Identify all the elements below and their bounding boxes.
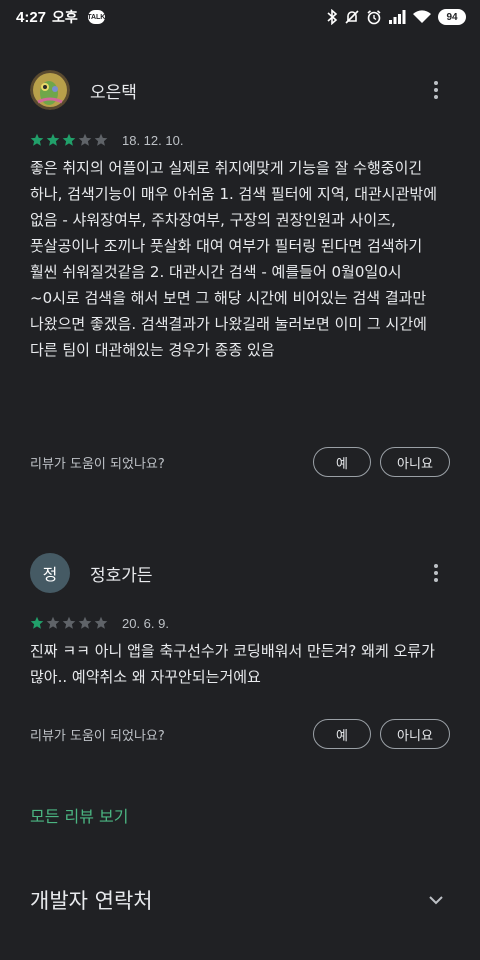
star-empty-icon (78, 133, 92, 146)
helpful-question: 리뷰가 도움이 되었나요? (30, 456, 165, 472)
avatar-image (30, 70, 70, 110)
status-period: 오후 (52, 10, 78, 26)
star-rating (30, 133, 108, 147)
helpful-yes-button[interactable]: 예 (313, 447, 371, 477)
mute-icon (345, 10, 359, 24)
alarm-icon (367, 10, 381, 25)
chevron-down-icon[interactable] (424, 888, 448, 912)
all-reviews-link[interactable]: 모든 리뷰 보기 (30, 803, 129, 827)
helpful-no-button[interactable]: 아니요 (380, 447, 450, 477)
star-filled-icon (30, 616, 44, 629)
star-empty-icon (78, 616, 92, 629)
more-options-icon[interactable] (420, 557, 452, 589)
review-card: 오은택 18. 12. 10. 좋은 취지의 어플이고 실제로 취지에맞게 기능… (0, 62, 480, 363)
star-empty-icon (94, 616, 108, 629)
helpful-no-button[interactable]: 아니요 (380, 719, 450, 749)
reviewer-name: 정호가든 (90, 565, 153, 586)
star-empty-icon (46, 616, 60, 629)
signal-icon (389, 10, 406, 24)
star-empty-icon (62, 616, 76, 629)
star-filled-icon (46, 133, 60, 146)
talk-notification-icon: TALK (87, 10, 105, 24)
star-rating (30, 616, 108, 630)
battery-icon: 94 (438, 9, 466, 25)
review-date: 20. 6. 9. (122, 615, 169, 631)
developer-contact-title: 개발자 연락처 (30, 889, 153, 913)
helpful-yes-button[interactable]: 예 (313, 719, 371, 749)
helpful-row: 리뷰가 도움이 되었나요? 예 아니요 (0, 719, 480, 749)
reviewer-name: 오은택 (90, 82, 137, 103)
developer-contact-section[interactable]: 개발자 연락처 (0, 880, 480, 920)
star-empty-icon (94, 133, 108, 146)
avatar[interactable] (30, 70, 70, 110)
helpful-row: 리뷰가 도움이 되었나요? 예 아니요 (0, 447, 480, 477)
status-time: 4:27 (16, 8, 47, 26)
review-card: 정 정호가든 20. 6. 9. 진짜 ㅋㅋ 아니 앱을 축구선수가 코딩배워서… (0, 545, 480, 690)
more-options-icon[interactable] (420, 74, 452, 106)
review-text: 진짜 ㅋㅋ 아니 앱을 축구선수가 코딩배워서 만든겨? 왜케 오류가 많아..… (30, 642, 435, 686)
avatar[interactable]: 정 (30, 553, 70, 593)
wifi-icon (413, 10, 431, 23)
star-filled-icon (62, 133, 76, 146)
star-filled-icon (30, 133, 44, 146)
status-bar: 4:27 오후 TALK 94 (0, 0, 480, 34)
review-text: 좋은 취지의 어플이고 실제로 취지에맞게 기능을 잘 수행중이긴 하나, 검색… (30, 159, 437, 359)
bluetooth-icon (327, 9, 338, 25)
review-date: 18. 12. 10. (122, 132, 184, 148)
helpful-question: 리뷰가 도움이 되었나요? (30, 728, 165, 744)
